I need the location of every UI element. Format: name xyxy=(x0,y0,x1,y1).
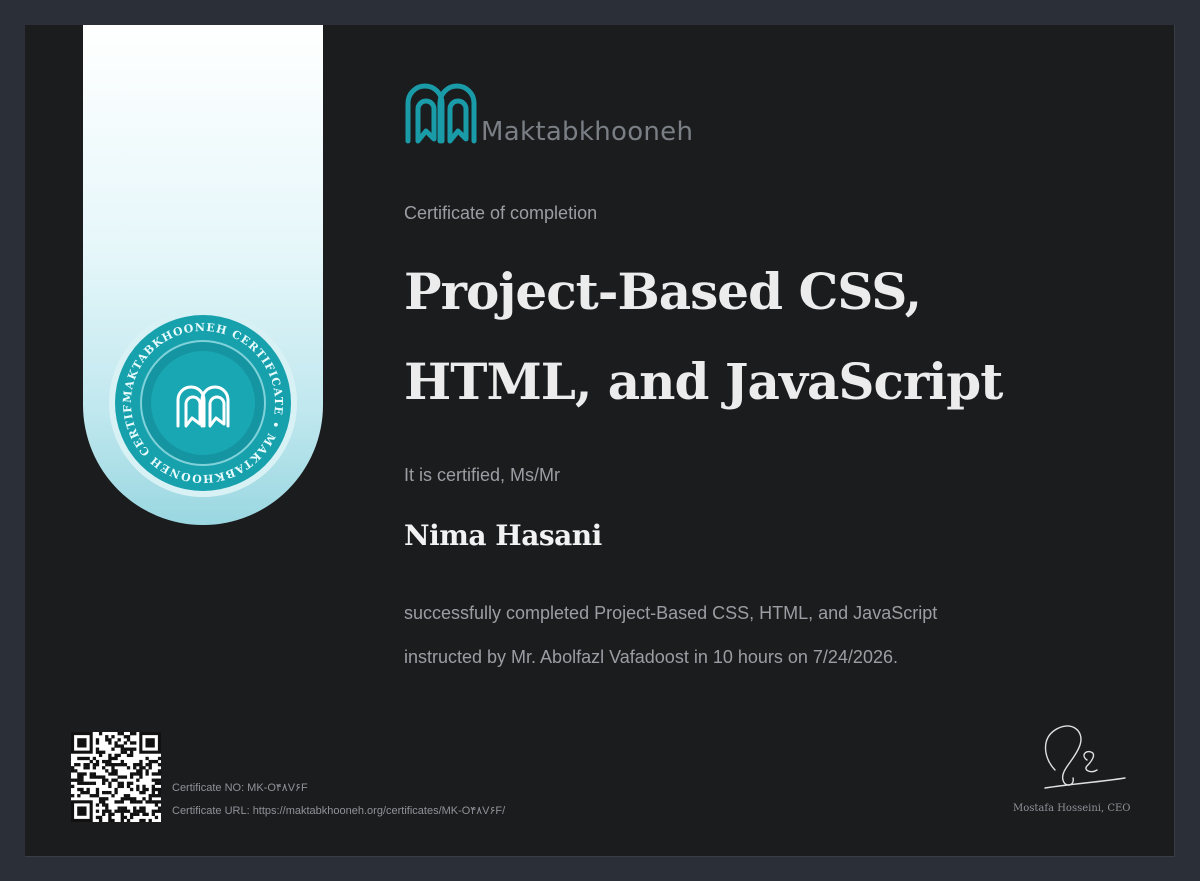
completion-description: successfully completed Project-Based CSS… xyxy=(404,591,937,679)
certificate-url[interactable]: Certificate URL: https://maktabkhooneh.o… xyxy=(172,804,505,817)
certified-label: It is certified, Ms/Mr xyxy=(404,465,561,485)
description-line-2: instructed by Mr. Abolfazl Vafadoost in … xyxy=(404,647,898,667)
description-line-1: successfully completed Project-Based CSS… xyxy=(404,603,938,623)
signer-name: Mostafa Hosseini, CEO xyxy=(1013,803,1131,814)
recipient-name: Nima Hasani xyxy=(404,519,602,552)
course-title-line-1: Project-Based CSS, xyxy=(404,262,922,321)
course-title: Project-Based CSS, HTML, and JavaScript xyxy=(404,247,1044,427)
course-title-line-2: HTML, and JavaScript xyxy=(404,352,1003,411)
certificate-subtitle: Certificate of completion xyxy=(404,203,598,223)
signature-icon xyxy=(1044,725,1126,789)
qr-code-icon[interactable] xyxy=(71,732,161,822)
certificate-card: MAKTABKHOONEH CERTIFICATE • MAKTABKHOONE… xyxy=(25,25,1175,857)
brand-name: Maktabkhooneh xyxy=(481,117,694,147)
certificate-number: Certificate NO: MK-O۴۸V۶F xyxy=(172,782,308,794)
certificate-seal-icon: MAKTABKHOONEH CERTIFICATE • MAKTABKHOONE… xyxy=(108,308,297,497)
